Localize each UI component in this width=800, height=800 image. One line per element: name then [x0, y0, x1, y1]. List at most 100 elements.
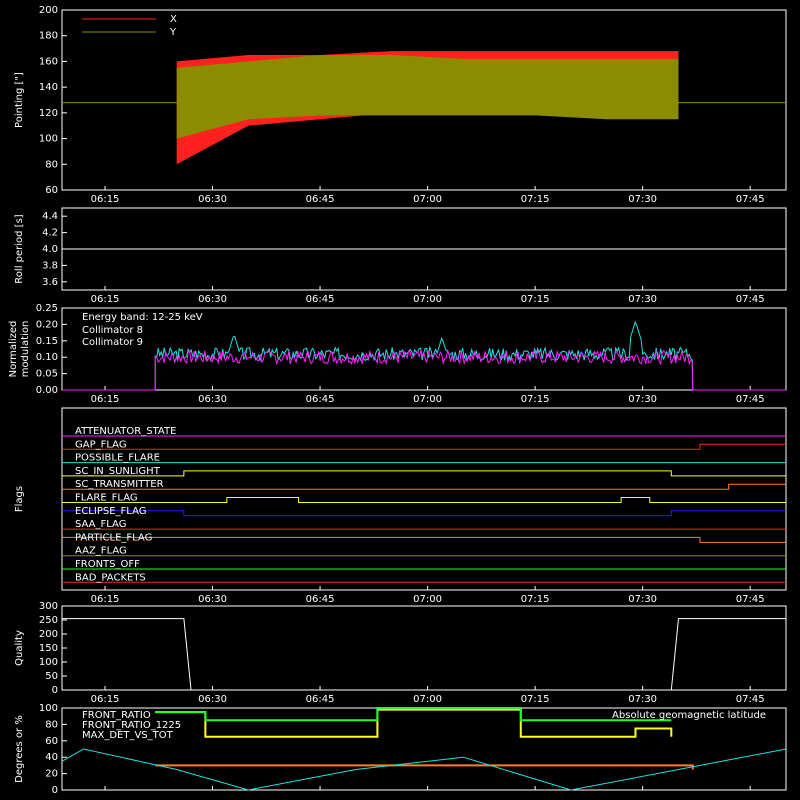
legend-label-right: Absolute geomagnetic latitude — [612, 710, 766, 721]
y-tick-label: 250 — [39, 615, 58, 626]
flag-label: SC_TRANSMITTER — [75, 479, 164, 490]
x-tick-label: 07:45 — [736, 594, 765, 605]
legend-label: X — [170, 14, 177, 25]
y-tick-label: 0 — [52, 785, 58, 796]
y-tick-label: 0.05 — [36, 369, 58, 380]
y-axis-label-2: modulation — [20, 321, 31, 378]
flag-label: ATTENUATOR_STATE — [75, 426, 176, 437]
y-axis-label-5: Degrees or % — [14, 715, 25, 783]
y-tick-label: 120 — [39, 108, 58, 119]
y-tick-label: 40 — [45, 752, 58, 763]
y-tick-label: 200 — [39, 629, 58, 640]
x-tick-label: 06:30 — [198, 294, 227, 305]
y-axis-label-3: Flags — [14, 486, 25, 512]
x-tick-label: 07:45 — [736, 694, 765, 705]
x-tick-label: 06:30 — [198, 394, 227, 405]
x-tick-label: 07:15 — [521, 294, 550, 305]
y-axis-label-4: Quality — [14, 630, 25, 666]
legend-label: Y — [169, 27, 177, 38]
x-tick-label: 06:15 — [91, 394, 120, 405]
flag-label: POSSIBLE_FLARE — [75, 453, 160, 464]
chart-canvas: 06:15 06:30 06:45 07:00 07:15 07:30 07:4506:15… — [8, 5, 787, 796]
panel-3: 06:15 06:30 06:45 07:00 07:15 07:30 07:45 — [61, 407, 787, 605]
y-tick-label: 200 — [39, 5, 58, 16]
x-tick-label: 07:30 — [628, 694, 657, 705]
x-tick-label: 06:45 — [306, 394, 335, 405]
y-tick-label: 100 — [39, 657, 58, 668]
x-tick-label: 07:00 — [413, 294, 442, 305]
x-tick-label: 07:45 — [736, 394, 765, 405]
flag-label: SC_IN_SUNLIGHT — [75, 466, 161, 477]
x-tick-label: 07:15 — [521, 194, 550, 205]
x-tick-label: 06:45 — [306, 594, 335, 605]
flag-label: BAD_PACKETS — [75, 572, 146, 583]
y-tick-label: 0.00 — [36, 385, 58, 396]
y-tick-label: 180 — [39, 31, 58, 42]
flag-line — [62, 443, 786, 450]
x-tick-label: 06:30 — [198, 694, 227, 705]
y-tick-label: 0.25 — [36, 303, 58, 314]
y-tick-label: 4.2 — [42, 228, 58, 239]
y-tick-label: 0.10 — [36, 352, 58, 363]
y-axis-label-1: Roll period [s] — [14, 214, 25, 283]
x-tick-label: 06:30 — [198, 594, 227, 605]
y-tick-label: 3.6 — [42, 277, 58, 288]
flag-line — [62, 510, 786, 517]
y-tick-label: 0.20 — [36, 319, 58, 330]
x-tick-label: 07:15 — [521, 394, 550, 405]
x-tick-label: 07:30 — [628, 194, 657, 205]
flag-label: FLARE_FLAG — [75, 493, 138, 504]
x-tick-label: 07:00 — [413, 194, 442, 205]
y-tick-label: 80 — [45, 719, 58, 730]
y-tick-label: 160 — [39, 56, 58, 67]
flag-label: ECLIPSE_FLAG — [75, 506, 146, 517]
x-tick-label: 07:00 — [413, 594, 442, 605]
y-tick-label: 4.4 — [42, 211, 58, 222]
y-tick-label: 3.8 — [42, 260, 58, 271]
x-tick-label: 07:00 — [413, 394, 442, 405]
flag-line — [62, 470, 786, 477]
flag-label: FRONTS_OFF — [75, 559, 140, 570]
series-FRONT_RATIO — [155, 708, 673, 738]
x-tick-label: 07:45 — [736, 194, 765, 205]
x-tick-label: 07:30 — [628, 394, 657, 405]
x-tick-label: 06:15 — [91, 294, 120, 305]
y-tick-label: 140 — [39, 82, 58, 93]
x-tick-label: 06:45 — [306, 194, 335, 205]
y-tick-label: 20 — [45, 769, 58, 780]
x-tick-label: 06:30 — [198, 194, 227, 205]
flag-label: GAP_FLAG — [75, 439, 127, 450]
flag-label: AAZ_FLAG — [75, 546, 127, 557]
x-tick-label: 07:30 — [628, 594, 657, 605]
x-tick-label: 06:45 — [306, 694, 335, 705]
flag-label: SAA_FLAG — [75, 519, 126, 530]
legend-title: Energy band: 12-25 keV — [82, 312, 203, 323]
legend-label: MAX_DET_VS_TOT — [82, 730, 174, 741]
x-tick-label: 07:15 — [521, 694, 550, 705]
legend-label: Collimator 8 — [82, 325, 143, 336]
y-tick-label: 4.0 — [42, 244, 58, 255]
y-tick-label: 60 — [45, 185, 58, 196]
x-tick-label: 06:15 — [91, 694, 120, 705]
y-axis-label-2: Normalized — [8, 321, 19, 378]
flag-line — [62, 497, 786, 503]
legend-label: Collimator 9 — [82, 337, 143, 348]
x-tick-label: 07:00 — [413, 694, 442, 705]
flag-line — [62, 483, 786, 490]
x-tick-label: 07:45 — [736, 294, 765, 305]
y-tick-label: 0 — [52, 685, 58, 696]
series-Collimator 9 — [62, 348, 786, 391]
y-tick-label: 60 — [45, 736, 58, 747]
x-tick-label: 07:15 — [521, 594, 550, 605]
y-tick-label: 300 — [39, 601, 58, 612]
series-MAX_DET_VS_TOT — [155, 764, 694, 770]
x-tick-label: 06:15 — [91, 194, 120, 205]
y-tick-label: 80 — [45, 159, 58, 170]
y-tick-label: 0.15 — [36, 336, 58, 347]
flag-line — [62, 536, 786, 543]
flag-label: PARTICLE_FLAG — [75, 532, 152, 543]
x-tick-label: 06:15 — [91, 594, 120, 605]
y-axis-label-0: Pointing ["] — [14, 72, 25, 128]
y-tick-label: 50 — [45, 671, 58, 682]
x-tick-label: 07:30 — [628, 294, 657, 305]
